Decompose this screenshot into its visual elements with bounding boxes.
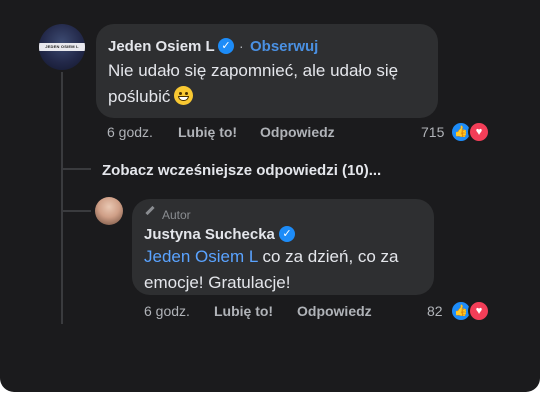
reply-like-button[interactable]: Lubię to! xyxy=(214,303,273,319)
comment-bubble: Jeden Osiem L ✓ · Obserwuj Nie udało się… xyxy=(96,24,438,118)
separator-dot: · xyxy=(239,38,244,54)
love-icon: ♥ xyxy=(468,121,490,143)
like-button[interactable]: Lubię to! xyxy=(178,124,237,140)
comment-author[interactable]: Jeden Osiem L xyxy=(108,38,215,55)
comment-time[interactable]: 6 godz. xyxy=(107,124,153,140)
reply-text-line1: co za dzień, co za xyxy=(257,247,399,266)
follow-button[interactable]: Obserwuj xyxy=(250,38,318,55)
reply-text: Jeden Osiem L co za dzień, co za emocje!… xyxy=(144,244,399,296)
reply-time[interactable]: 6 godz. xyxy=(144,303,190,319)
grinning-emoji-icon xyxy=(174,86,194,105)
reply-reaction-count[interactable]: 82 xyxy=(427,303,443,319)
thread-line-branch-more xyxy=(61,168,91,170)
reply-author[interactable]: Justyna Suchecka xyxy=(144,226,275,243)
author-badge: Autor xyxy=(162,208,191,222)
thread-line-branch-reply xyxy=(61,210,91,212)
mention-link[interactable]: Jeden Osiem L xyxy=(144,247,258,266)
reaction-count[interactable]: 715 xyxy=(421,124,444,140)
comment-text-line1: Nie udało się zapomnieć, ale udało się xyxy=(108,61,399,80)
comment-thread: JEDEN OSIEM L Jeden Osiem L ✓ · Obserwuj… xyxy=(0,0,540,392)
thread-line-vertical xyxy=(61,72,63,324)
comment-text: Nie udało się zapomnieć, ale udało się p… xyxy=(108,58,398,110)
verified-icon: ✓ xyxy=(279,226,295,242)
verified-icon: ✓ xyxy=(218,38,234,54)
reply-text-line2: emocje! Gratulacje! xyxy=(144,273,291,292)
reply-avatar[interactable] xyxy=(95,197,123,225)
comment-text-line2: poślubić xyxy=(108,87,171,106)
love-icon: ♥ xyxy=(468,300,490,322)
avatar-logo-text: JEDEN OSIEM L xyxy=(45,44,79,49)
reply-button[interactable]: Odpowiedz xyxy=(260,124,335,140)
avatar[interactable]: JEDEN OSIEM L xyxy=(39,24,85,70)
reply-reply-button[interactable]: Odpowiedz xyxy=(297,303,372,319)
view-previous-replies-link[interactable]: Zobacz wcześniejsze odpowiedzi (10)... xyxy=(102,162,381,179)
